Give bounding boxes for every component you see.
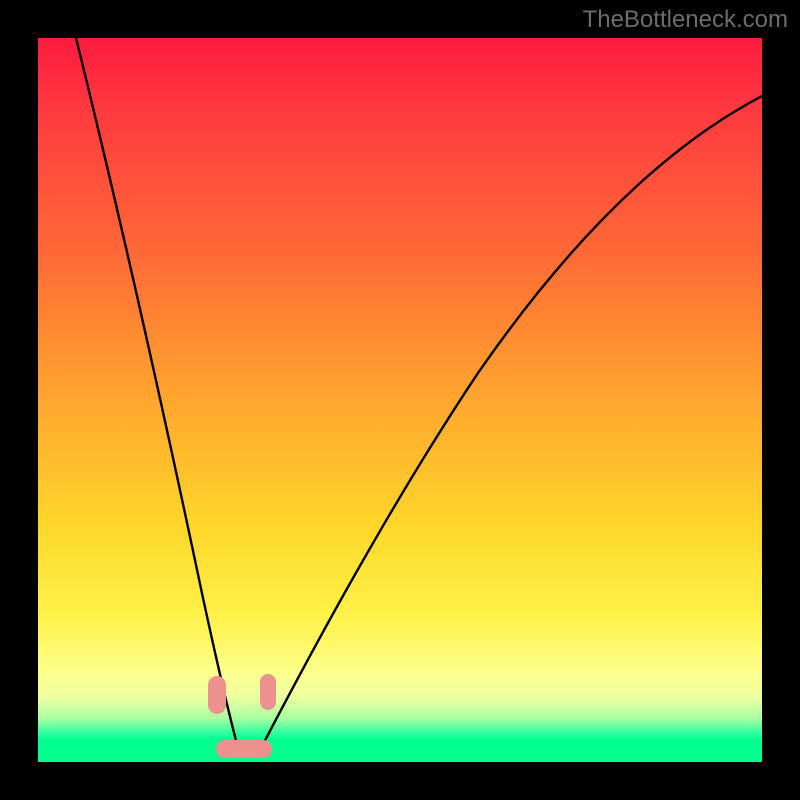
marker-left-lobe <box>208 676 226 714</box>
marker-bottom-bar <box>216 740 272 758</box>
marker-right-lobe <box>260 674 276 710</box>
bottleneck-curve <box>38 38 762 762</box>
plot-area <box>38 38 762 762</box>
watermark-text: TheBottleneck.com <box>583 6 788 34</box>
